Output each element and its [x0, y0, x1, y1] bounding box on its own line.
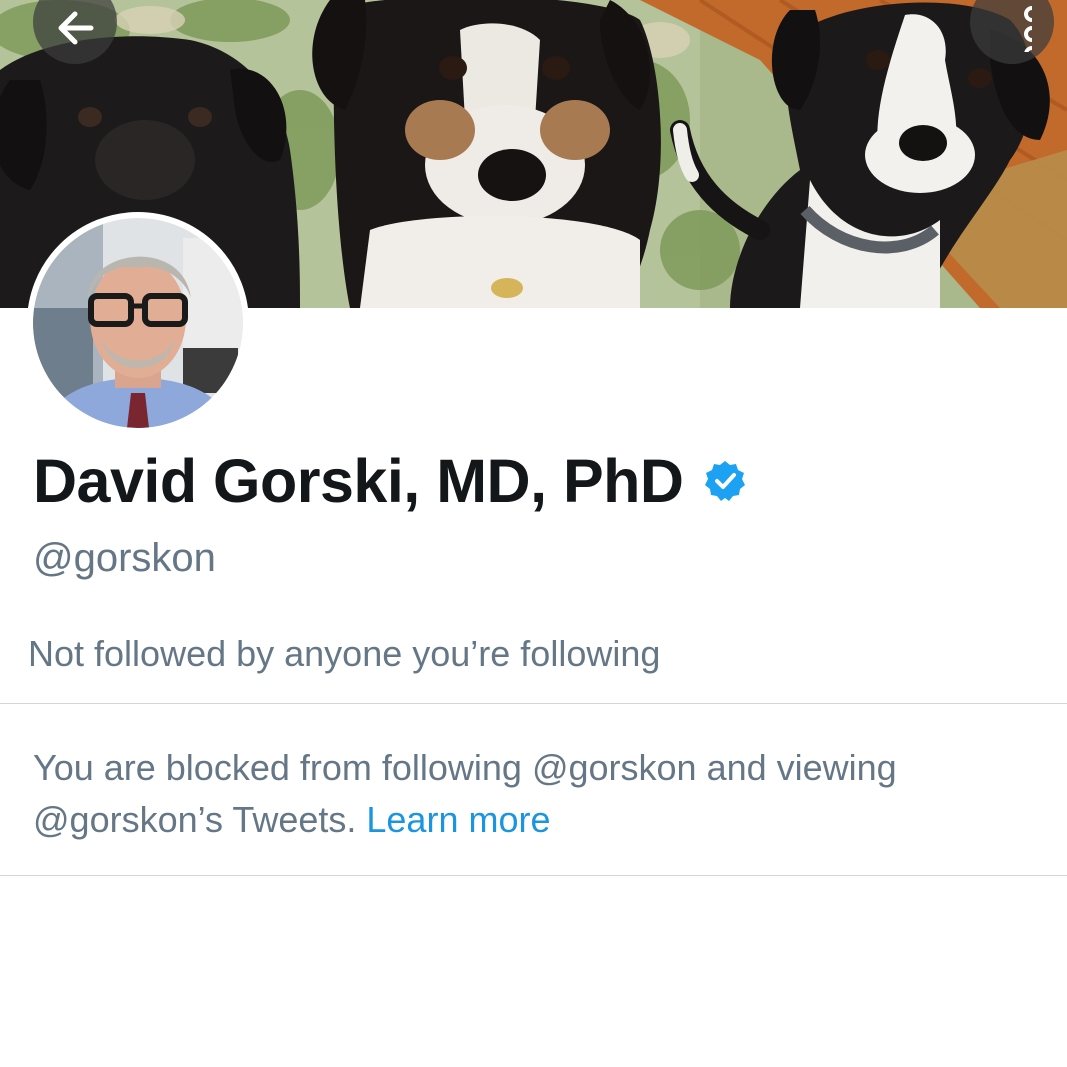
arrow-left-icon — [49, 0, 101, 48]
profile-handle: @gorskon — [33, 536, 216, 580]
followed-by-text: Not followed by anyone you’re following — [28, 633, 661, 674]
divider — [0, 703, 1067, 704]
more-vertical-icon — [992, 0, 1032, 52]
verified-badge-icon — [703, 459, 747, 503]
divider — [0, 875, 1067, 876]
avatar-photo — [33, 218, 243, 428]
display-name: David Gorski, MD, PhD — [33, 447, 684, 515]
learn-more-link[interactable]: Learn more — [366, 799, 550, 840]
profile-page: David Gorski, MD, PhD @gorskon Not follo… — [0, 0, 1067, 1067]
display-name-row: David Gorski, MD, PhD — [33, 446, 747, 516]
blocked-notice: You are blocked from following @gorskon … — [33, 742, 1043, 846]
profile-avatar[interactable] — [27, 212, 249, 434]
